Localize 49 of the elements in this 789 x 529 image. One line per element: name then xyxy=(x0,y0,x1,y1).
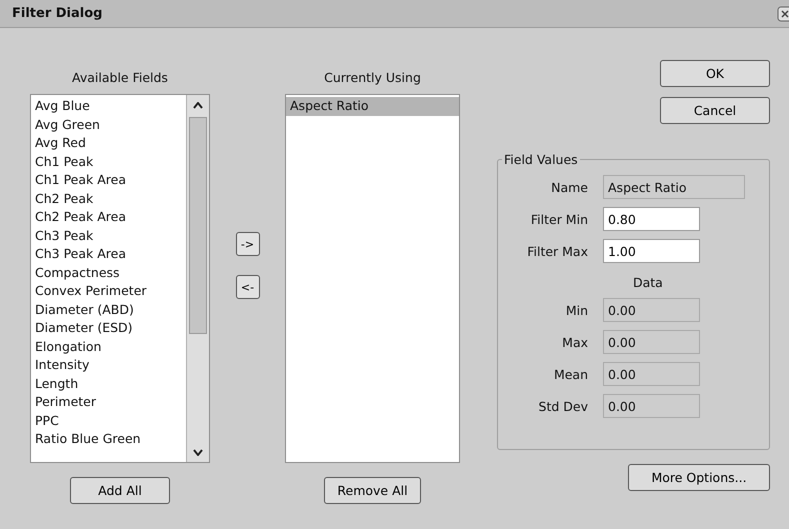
close-icon[interactable] xyxy=(777,6,789,22)
list-label: Available Fields xyxy=(72,70,168,84)
list-item[interactable]: Ch2 Peak xyxy=(31,190,186,208)
list-item[interactable]: Avg Blue xyxy=(31,97,186,116)
value-display: 0.00 xyxy=(603,394,700,418)
list-item[interactable]: Ch1 Peak Area xyxy=(31,171,186,190)
field-label: Max xyxy=(562,334,588,350)
list-item[interactable]: Diameter (ABD) xyxy=(31,300,186,319)
name-value: Aspect Ratio xyxy=(603,175,745,199)
list-item[interactable]: Intensity xyxy=(31,356,186,374)
list-item[interactable]: Ratio Blue Green xyxy=(31,430,186,448)
add-all-button[interactable]: Add All xyxy=(70,477,170,504)
list-item[interactable]: Elongation xyxy=(31,338,186,356)
list-item[interactable]: Perimeter xyxy=(31,393,186,412)
value-display: 0.00 xyxy=(603,298,700,322)
section-title: Data xyxy=(632,275,664,290)
group-title: Field Values xyxy=(503,152,579,167)
field-label: Min xyxy=(566,302,588,318)
ok-button[interactable]: OK xyxy=(660,60,770,87)
remove-all-button[interactable]: Remove All xyxy=(324,477,421,504)
field-label: Mean xyxy=(554,366,588,382)
value-display: 0.00 xyxy=(603,330,700,354)
add-button[interactable]: -> xyxy=(236,232,260,256)
list-item[interactable]: Avg Green xyxy=(31,116,186,134)
input-field[interactable]: 0.80 xyxy=(603,207,700,231)
list-item[interactable]: Ch1 Peak xyxy=(31,152,186,171)
list-item[interactable]: Ch3 Peak xyxy=(31,226,186,245)
more-options-button[interactable]: More Options... xyxy=(628,464,770,491)
scrollbar[interactable] xyxy=(186,95,209,462)
value-display: 0.00 xyxy=(603,362,700,386)
window-title: Filter Dialog xyxy=(12,6,102,21)
remove-button[interactable]: <- xyxy=(236,275,260,299)
list-label: Currently Using xyxy=(324,70,421,84)
list-item[interactable]: PPC xyxy=(31,412,186,430)
list-item[interactable]: Compactness xyxy=(31,264,186,282)
list-item[interactable]: Convex Perimeter xyxy=(31,282,186,300)
list-item[interactable]: Ch2 Peak Area xyxy=(31,208,186,226)
list-item[interactable]: Length xyxy=(31,374,186,393)
list-item[interactable]: Avg Red xyxy=(31,134,186,152)
list-item[interactable]: Aspect Ratio xyxy=(286,97,459,116)
field-label: Filter Min xyxy=(530,212,588,226)
list-item[interactable]: Ch3 Peak Area xyxy=(31,245,186,264)
field-label: Std Dev xyxy=(538,398,588,414)
field-label: Filter Max xyxy=(527,244,588,258)
cancel-button[interactable]: Cancel xyxy=(660,97,770,124)
field-label: Name xyxy=(551,180,588,194)
list-item[interactable]: Diameter (ESD) xyxy=(31,319,186,338)
scroll-thumb[interactable] xyxy=(189,117,207,334)
input-field[interactable]: 1.00 xyxy=(603,239,700,263)
